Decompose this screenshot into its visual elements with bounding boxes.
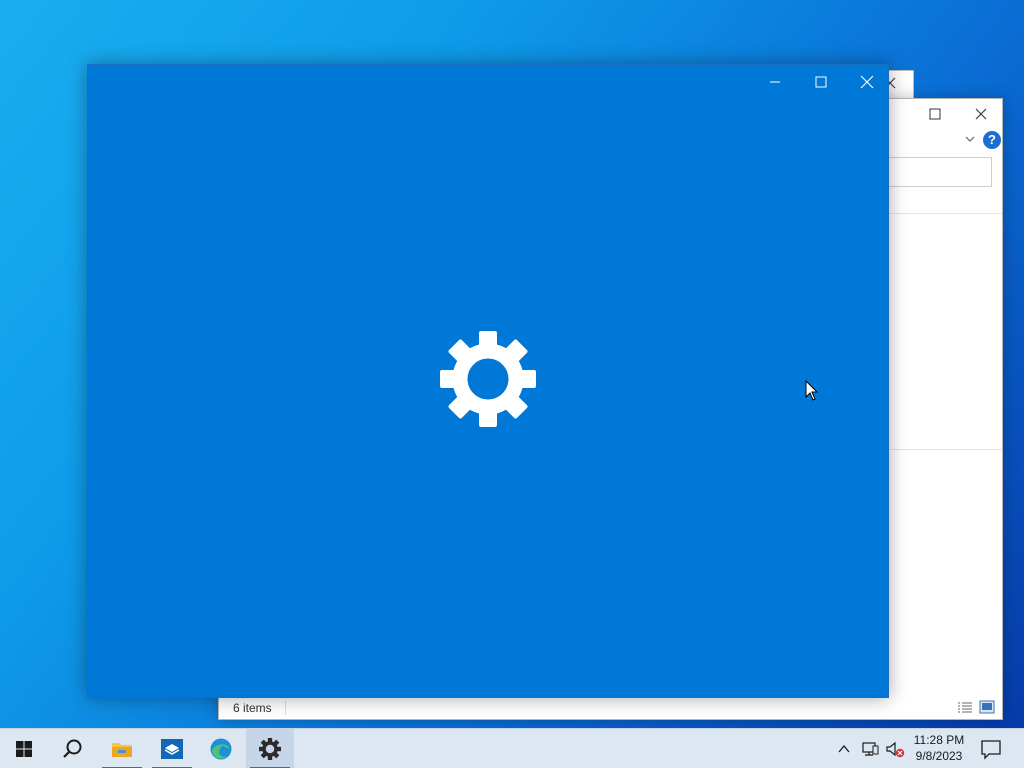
minimize-button[interactable] bbox=[752, 65, 798, 97]
gear-icon bbox=[259, 738, 281, 760]
search-input[interactable] bbox=[879, 157, 992, 187]
chevron-down-icon[interactable] bbox=[963, 133, 977, 145]
system-clock[interactable]: 11:28 PM 9/8/2023 bbox=[905, 732, 973, 768]
taskbar-settings[interactable] bbox=[246, 729, 294, 768]
maximize-button[interactable] bbox=[921, 103, 949, 125]
minimize-icon bbox=[770, 81, 780, 83]
network-icon[interactable] bbox=[861, 740, 879, 758]
server-manager-icon bbox=[161, 739, 183, 759]
chevron-up-icon[interactable] bbox=[836, 741, 852, 757]
taskbar-file-explorer[interactable] bbox=[98, 729, 146, 768]
close-icon bbox=[975, 108, 987, 120]
divider bbox=[889, 449, 1002, 450]
search-button[interactable] bbox=[48, 729, 96, 768]
taskbar: 11:28 PM 9/8/2023 bbox=[0, 728, 1024, 768]
clock-time: 11:28 PM bbox=[913, 733, 965, 747]
search-icon bbox=[63, 739, 82, 758]
taskbar-edge[interactable] bbox=[197, 729, 245, 768]
windows-logo-icon bbox=[16, 741, 32, 757]
edge-icon bbox=[210, 738, 232, 760]
volume-muted-icon[interactable] bbox=[885, 740, 905, 758]
large-icons-view-icon[interactable] bbox=[979, 700, 995, 714]
start-button[interactable] bbox=[0, 729, 48, 768]
gear-icon bbox=[440, 331, 536, 427]
folder-icon bbox=[112, 743, 132, 757]
details-view-icon[interactable] bbox=[957, 701, 973, 715]
settings-window[interactable] bbox=[87, 64, 889, 698]
clock-date: 9/8/2023 bbox=[915, 749, 963, 763]
divider bbox=[889, 213, 1002, 214]
maximize-icon bbox=[815, 76, 827, 88]
close-icon bbox=[860, 75, 874, 89]
close-button[interactable] bbox=[844, 65, 890, 97]
taskbar-server-manager[interactable] bbox=[148, 729, 196, 768]
close-button[interactable] bbox=[967, 103, 995, 125]
desktop: ? 6 items bbox=[0, 0, 1024, 728]
divider bbox=[285, 701, 286, 715]
maximize-icon bbox=[929, 108, 941, 120]
maximize-button[interactable] bbox=[798, 65, 844, 97]
status-bar-item-count: 6 items bbox=[233, 701, 272, 715]
notification-icon[interactable] bbox=[978, 738, 1004, 760]
help-icon[interactable]: ? bbox=[983, 131, 1001, 149]
mouse-cursor-icon bbox=[805, 380, 819, 401]
